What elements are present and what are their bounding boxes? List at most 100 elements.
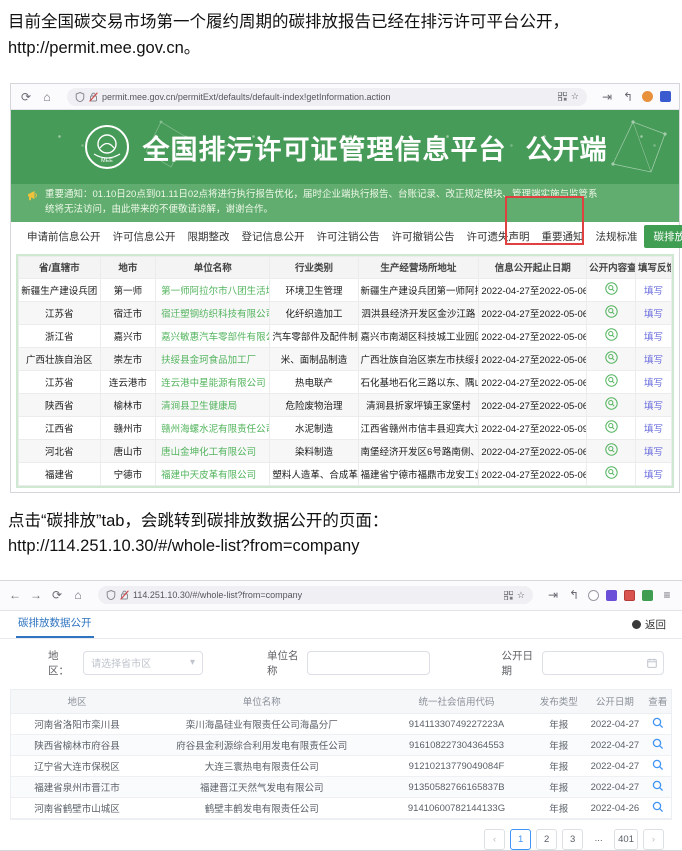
- tab-registration-info[interactable]: 登记信息公开: [236, 226, 311, 247]
- account-badge-icon[interactable]: [642, 91, 653, 102]
- tab-important-notice[interactable]: 重要通知: [536, 226, 590, 247]
- tab-carbon-emission[interactable]: 碳排放: [644, 225, 682, 248]
- sidebar-icon[interactable]: ⇥: [600, 90, 614, 104]
- view-content-button[interactable]: [605, 420, 618, 436]
- company-link[interactable]: 嘉兴敏惠汽车零部件有限公司: [156, 324, 270, 347]
- back-icon[interactable]: ←: [8, 588, 22, 602]
- view-magnifier-icon: [652, 717, 664, 729]
- view-magnifier-icon: [605, 282, 618, 295]
- company-name-input[interactable]: [307, 651, 429, 675]
- prev-page-button[interactable]: ‹: [484, 829, 505, 850]
- fill-feedback-link[interactable]: 填写: [644, 309, 663, 320]
- fill-feedback-link[interactable]: 填写: [644, 355, 663, 366]
- tab-revocation-notice[interactable]: 许可撤销公告: [386, 226, 461, 247]
- address-bar[interactable]: 114.251.10.30/#/whole-list?from=company …: [98, 586, 533, 604]
- cell-city: 唐山市: [100, 439, 156, 462]
- fill-feedback-link[interactable]: 填写: [644, 378, 663, 389]
- view-content-button[interactable]: [605, 351, 618, 367]
- forward-icon[interactable]: →: [29, 588, 43, 602]
- megaphone-icon: [27, 190, 39, 201]
- view-detail-button[interactable]: [645, 714, 671, 735]
- green-extension-icon[interactable]: [642, 590, 653, 601]
- purple-extension-icon[interactable]: [606, 590, 617, 601]
- fill-feedback-link[interactable]: 填写: [644, 332, 663, 343]
- company-link[interactable]: 连云港中星能源有限公司: [156, 370, 270, 393]
- cell-credit-code: 91350582766165837B: [381, 777, 533, 798]
- table-row: 河北省唐山市唐山金坤化工有限公司染料制造南堡经济开发区6号路南侧、...2022…: [19, 439, 672, 462]
- translate-extension-icon[interactable]: [624, 590, 635, 601]
- page-button-3[interactable]: 3: [562, 829, 583, 850]
- cell-industry: 水泥制造: [270, 416, 358, 439]
- cell-address: 石化基地石化三路以东、隅山...: [358, 370, 479, 393]
- reload-icon[interactable]: ⟳: [19, 90, 33, 104]
- view-content-button[interactable]: [605, 328, 618, 344]
- pagination: ‹123...401›: [18, 829, 664, 850]
- tab-carbon-data-disclosure[interactable]: 碳排放数据公开: [16, 610, 94, 638]
- view-magnifier-icon: [605, 443, 618, 456]
- view-content-button[interactable]: [605, 466, 618, 482]
- home-icon[interactable]: ⌂: [40, 90, 54, 104]
- fill-feedback-link[interactable]: 填写: [644, 424, 663, 435]
- qr-code-icon[interactable]: [558, 92, 567, 101]
- view-content-button[interactable]: [605, 305, 618, 321]
- cell-province: 福建省: [19, 462, 101, 485]
- view-detail-button[interactable]: [645, 798, 671, 819]
- extension-icon[interactable]: [660, 91, 671, 102]
- company-link[interactable]: 扶绥县金珂食品加工厂: [156, 347, 270, 370]
- view-content-button[interactable]: [605, 397, 618, 413]
- view-magnifier-icon: [605, 466, 618, 479]
- page-button-401[interactable]: 401: [614, 829, 638, 850]
- history-icon[interactable]: ↰: [621, 90, 635, 104]
- fill-feedback-link[interactable]: 填写: [644, 470, 663, 481]
- view-detail-button[interactable]: [645, 777, 671, 798]
- address-bar[interactable]: permit.mee.gov.cn/permitExt/defaults/def…: [67, 88, 587, 106]
- bookmark-star-icon[interactable]: ☆: [517, 590, 525, 601]
- company-link[interactable]: 福建中天皮革有限公司: [156, 462, 270, 485]
- cell-address: 江西省赣州市信丰县迎宾大道...: [358, 416, 479, 439]
- profile-circle-icon[interactable]: [588, 590, 599, 601]
- qr-code-icon[interactable]: [504, 591, 513, 600]
- sidebar-icon[interactable]: ⇥: [546, 588, 560, 602]
- page-button-1[interactable]: 1: [510, 829, 531, 850]
- fill-feedback-link[interactable]: 填写: [644, 401, 663, 412]
- fill-feedback-link[interactable]: 填写: [644, 286, 663, 297]
- tab-rectification[interactable]: 限期整改: [182, 226, 236, 247]
- tab-pre-application-info[interactable]: 申请前信息公开: [21, 226, 107, 247]
- next-page-button[interactable]: ›: [643, 829, 664, 850]
- column-header-1: 地市: [100, 256, 156, 278]
- company-link[interactable]: 赣州海螺水泥有限责任公司: [156, 416, 270, 439]
- company-link[interactable]: 第一师阿拉尔市八团生活垃圾...: [156, 278, 270, 301]
- tab-cancellation-notice[interactable]: 许可注销公告: [311, 226, 386, 247]
- region-select[interactable]: 请选择省市区 ▾: [83, 651, 203, 675]
- view-detail-button[interactable]: [645, 756, 671, 777]
- view-magnifier-icon: [605, 374, 618, 387]
- intro-url-line: http://permit.mee.gov.cn。: [8, 36, 672, 62]
- column-header-1: 单位名称: [143, 690, 381, 714]
- home-icon[interactable]: ⌂: [71, 588, 85, 602]
- view-detail-button[interactable]: [645, 735, 671, 756]
- view-content-button[interactable]: [605, 443, 618, 459]
- column-header-5: 查看: [645, 690, 671, 714]
- cell-credit-code: 91411330749227223A: [381, 714, 533, 735]
- back-button[interactable]: 返回: [632, 617, 666, 632]
- tab-loss-statement[interactable]: 许可遗失声明: [461, 226, 536, 247]
- view-content-button[interactable]: [605, 374, 618, 390]
- publish-date-input[interactable]: [542, 651, 664, 675]
- history-icon[interactable]: ↰: [567, 588, 581, 602]
- bookmark-star-icon[interactable]: ☆: [571, 91, 579, 102]
- view-content-button[interactable]: [605, 282, 618, 298]
- middle-url-line: http://114.251.10.30/#/whole-list?from=c…: [8, 534, 672, 560]
- cell-feedback: 填写: [636, 393, 672, 416]
- company-link[interactable]: 唐山金坤化工有限公司: [156, 439, 270, 462]
- fill-feedback-link[interactable]: 填写: [644, 447, 663, 458]
- tab-permit-info[interactable]: 许可信息公开: [107, 226, 182, 247]
- cell-publish-date: 2022-04-27: [585, 714, 644, 735]
- company-link[interactable]: 清涧县卫生健康局: [156, 393, 270, 416]
- cell-feedback: 填写: [636, 416, 672, 439]
- reload-icon[interactable]: ⟳: [50, 588, 64, 602]
- page-button-2[interactable]: 2: [536, 829, 557, 850]
- tab-regulations[interactable]: 法规标准: [590, 226, 644, 247]
- company-link[interactable]: 宿迁塑钢纺织科技有限公司: [156, 301, 270, 324]
- cell-dates: 2022-04-27至2022-05-06: [479, 439, 587, 462]
- menu-icon[interactable]: ≡: [660, 588, 674, 602]
